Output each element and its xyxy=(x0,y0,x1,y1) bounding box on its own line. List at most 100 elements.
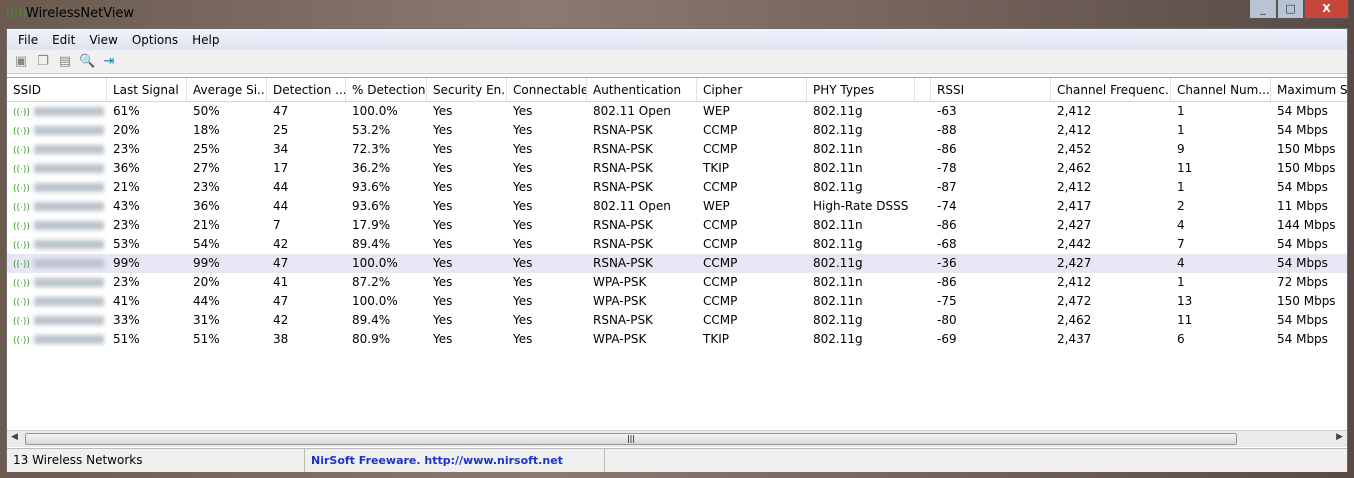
cell-last-signal: 33% xyxy=(113,313,140,327)
cell-detection-count: 25 xyxy=(273,123,289,137)
table-row[interactable]: ((·)) 36% 27% 17 36.2% Yes Yes RSNA-PSK TKIP 802.… xyxy=(7,159,1347,178)
table-row[interactable]: ((·)) 23% 20% 41 87.2% Yes Yes WPA-PSK CCMP 802.1… xyxy=(7,273,1347,292)
close-button[interactable]: X xyxy=(1304,0,1349,19)
wireless-signal-icon: ((·)) xyxy=(13,127,30,137)
cell-phy-types: 802.11n xyxy=(813,275,863,289)
cell-ssid: ((·)) xyxy=(7,330,107,349)
cell-authentication: WPA-PSK xyxy=(593,294,647,308)
column-header-phy-types[interactable]: PHY Types xyxy=(807,78,915,101)
cell-cipher: TKIP xyxy=(703,161,729,175)
cell-channel-number: 11 xyxy=(1177,161,1193,175)
column-header-last-signal[interactable]: Last Signal xyxy=(107,78,187,101)
cell-cipher: CCMP xyxy=(703,237,738,251)
maximize-button[interactable]: □ xyxy=(1277,0,1304,19)
table-row[interactable]: ((·)) 23% 25% 34 72.3% Yes Yes RSNA-PSK CCMP 802.… xyxy=(7,140,1347,159)
cell-channel-frequency: 2,452 xyxy=(1057,142,1092,156)
column-header-rssi[interactable]: RSSI xyxy=(931,78,1051,101)
cell-channel-number: 1 xyxy=(1177,123,1185,137)
cell-phy-types: 802.11g xyxy=(813,237,863,251)
cell-connectable: Yes xyxy=(513,180,533,194)
column-header-security-enabled[interactable]: Security En... xyxy=(427,78,507,101)
menu-options[interactable]: Options xyxy=(125,33,185,47)
column-header-ssid[interactable]: SSID xyxy=(7,78,107,101)
cell-connectable: Yes xyxy=(513,332,533,346)
blurred-ssid xyxy=(33,164,104,173)
table-row[interactable]: ((·)) 51% 51% 38 80.9% Yes Yes WPA-PSK TKIP 802.1… xyxy=(7,330,1347,349)
horizontal-scrollbar[interactable]: ◀ ||| ▶ xyxy=(7,430,1347,447)
cell-ssid: ((·)) xyxy=(7,254,107,273)
cell-connectable: Yes xyxy=(513,313,533,327)
save-icon[interactable]: ▣ xyxy=(13,54,29,70)
blurred-ssid xyxy=(33,240,104,249)
network-list[interactable]: SSID Last Signal Average Si... Detection ..… xyxy=(7,77,1347,430)
blurred-ssid xyxy=(33,221,104,230)
cell-cipher: CCMP xyxy=(703,218,738,232)
cell-last-signal: 41% xyxy=(113,294,140,308)
list-header: SSID Last Signal Average Si... Detection ..… xyxy=(7,78,1347,102)
wireless-signal-icon: ((·)) xyxy=(13,336,30,346)
cell-authentication: RSNA-PSK xyxy=(593,180,653,194)
menu-view[interactable]: View xyxy=(82,33,124,47)
cell-channel-number: 1 xyxy=(1177,275,1185,289)
column-header-percent-detection[interactable]: % Detection xyxy=(346,78,427,101)
cell-authentication: RSNA-PSK xyxy=(593,161,653,175)
cell-phy-types: 802.11g xyxy=(813,256,863,270)
cell-average-signal: 54% xyxy=(193,237,220,251)
scrollbar-thumb[interactable]: ||| xyxy=(25,433,1237,445)
cell-ssid: ((·)) xyxy=(7,140,107,159)
cell-percent-detection: 93.6% xyxy=(352,199,391,213)
cell-security-enabled: Yes xyxy=(433,161,453,175)
table-row[interactable]: ((·)) 53% 54% 42 89.4% Yes Yes RSNA-PSK CCMP 802.… xyxy=(7,235,1347,254)
cell-channel-number: 2 xyxy=(1177,199,1185,213)
menu-help[interactable]: Help xyxy=(185,33,226,47)
cell-security-enabled: Yes xyxy=(433,180,453,194)
column-header-maximum-speed[interactable]: Maximum Spe xyxy=(1271,78,1347,101)
column-header-detection-count[interactable]: Detection ... xyxy=(267,78,346,101)
table-row[interactable]: ((·)) 20% 18% 25 53.2% Yes Yes RSNA-PSK CCMP 802.… xyxy=(7,121,1347,140)
properties-icon[interactable]: ▤ xyxy=(57,54,73,70)
column-header-blank[interactable] xyxy=(915,78,931,101)
column-header-channel-number[interactable]: Channel Num... xyxy=(1171,78,1271,101)
menu-edit[interactable]: Edit xyxy=(45,33,82,47)
cell-security-enabled: Yes xyxy=(433,294,453,308)
cell-phy-types: 802.11n xyxy=(813,218,863,232)
cell-ssid: ((·)) xyxy=(7,273,107,292)
table-row[interactable]: ((·)) 41% 44% 47 100.0% Yes Yes WPA-PSK CCMP 802.… xyxy=(7,292,1347,311)
cell-average-signal: 18% xyxy=(193,123,220,137)
exit-icon[interactable]: ⇥ xyxy=(101,54,117,70)
menu-file[interactable]: File xyxy=(11,33,45,47)
table-row[interactable]: ((·)) 21% 23% 44 93.6% Yes Yes RSNA-PSK CCMP 802.… xyxy=(7,178,1347,197)
cell-rssi: -78 xyxy=(937,161,957,175)
cell-detection-count: 42 xyxy=(273,237,289,251)
column-header-connectable[interactable]: Connectable xyxy=(507,78,587,101)
html-report-icon[interactable]: 🔍 xyxy=(79,54,95,70)
table-row[interactable]: ((·)) 23% 21% 7 17.9% Yes Yes RSNA-PSK CCMP 802.1… xyxy=(7,216,1347,235)
cell-percent-detection: 72.3% xyxy=(352,142,391,156)
cell-last-signal: 23% xyxy=(113,142,140,156)
cell-percent-detection: 87.2% xyxy=(352,275,391,289)
scroll-left-arrow-icon[interactable]: ◀ xyxy=(11,432,18,442)
cell-authentication: WPA-PSK xyxy=(593,332,647,346)
wireless-signal-icon: ((·)) xyxy=(13,165,30,175)
minimize-button[interactable]: _ xyxy=(1249,0,1277,19)
cell-phy-types: 802.11n xyxy=(813,142,863,156)
column-header-channel-frequency[interactable]: Channel Frequenc... xyxy=(1051,78,1171,101)
table-row[interactable]: ((·)) 43% 36% 44 93.6% Yes Yes 802.11 Open WEP Hi… xyxy=(7,197,1347,216)
copy-icon[interactable]: ❐ xyxy=(35,54,51,70)
column-header-average-signal[interactable]: Average Si... xyxy=(187,78,267,101)
cell-detection-count: 38 xyxy=(273,332,289,346)
column-header-cipher[interactable]: Cipher xyxy=(697,78,807,101)
cell-ssid: ((·)) xyxy=(7,197,107,216)
table-row[interactable]: ((·)) 99% 99% 47 100.0% Yes Yes RSNA-PSK CCMP 802… xyxy=(7,254,1347,273)
scroll-right-arrow-icon[interactable]: ▶ xyxy=(1336,432,1343,442)
cell-average-signal: 25% xyxy=(193,142,220,156)
table-row[interactable]: ((·)) 61% 50% 47 100.0% Yes Yes 802.11 Open WEP 8… xyxy=(7,102,1347,121)
cell-phy-types: 802.11g xyxy=(813,123,863,137)
nirsoft-link[interactable]: NirSoft Freeware. http://www.nirsoft.net xyxy=(305,449,605,472)
cell-percent-detection: 100.0% xyxy=(352,104,398,118)
column-header-authentication[interactable]: Authentication xyxy=(587,78,697,101)
table-row[interactable]: ((·)) 33% 31% 42 89.4% Yes Yes RSNA-PSK CCMP 802.… xyxy=(7,311,1347,330)
cell-detection-count: 42 xyxy=(273,313,289,327)
cell-rssi: -74 xyxy=(937,199,957,213)
blurred-ssid xyxy=(33,335,104,344)
